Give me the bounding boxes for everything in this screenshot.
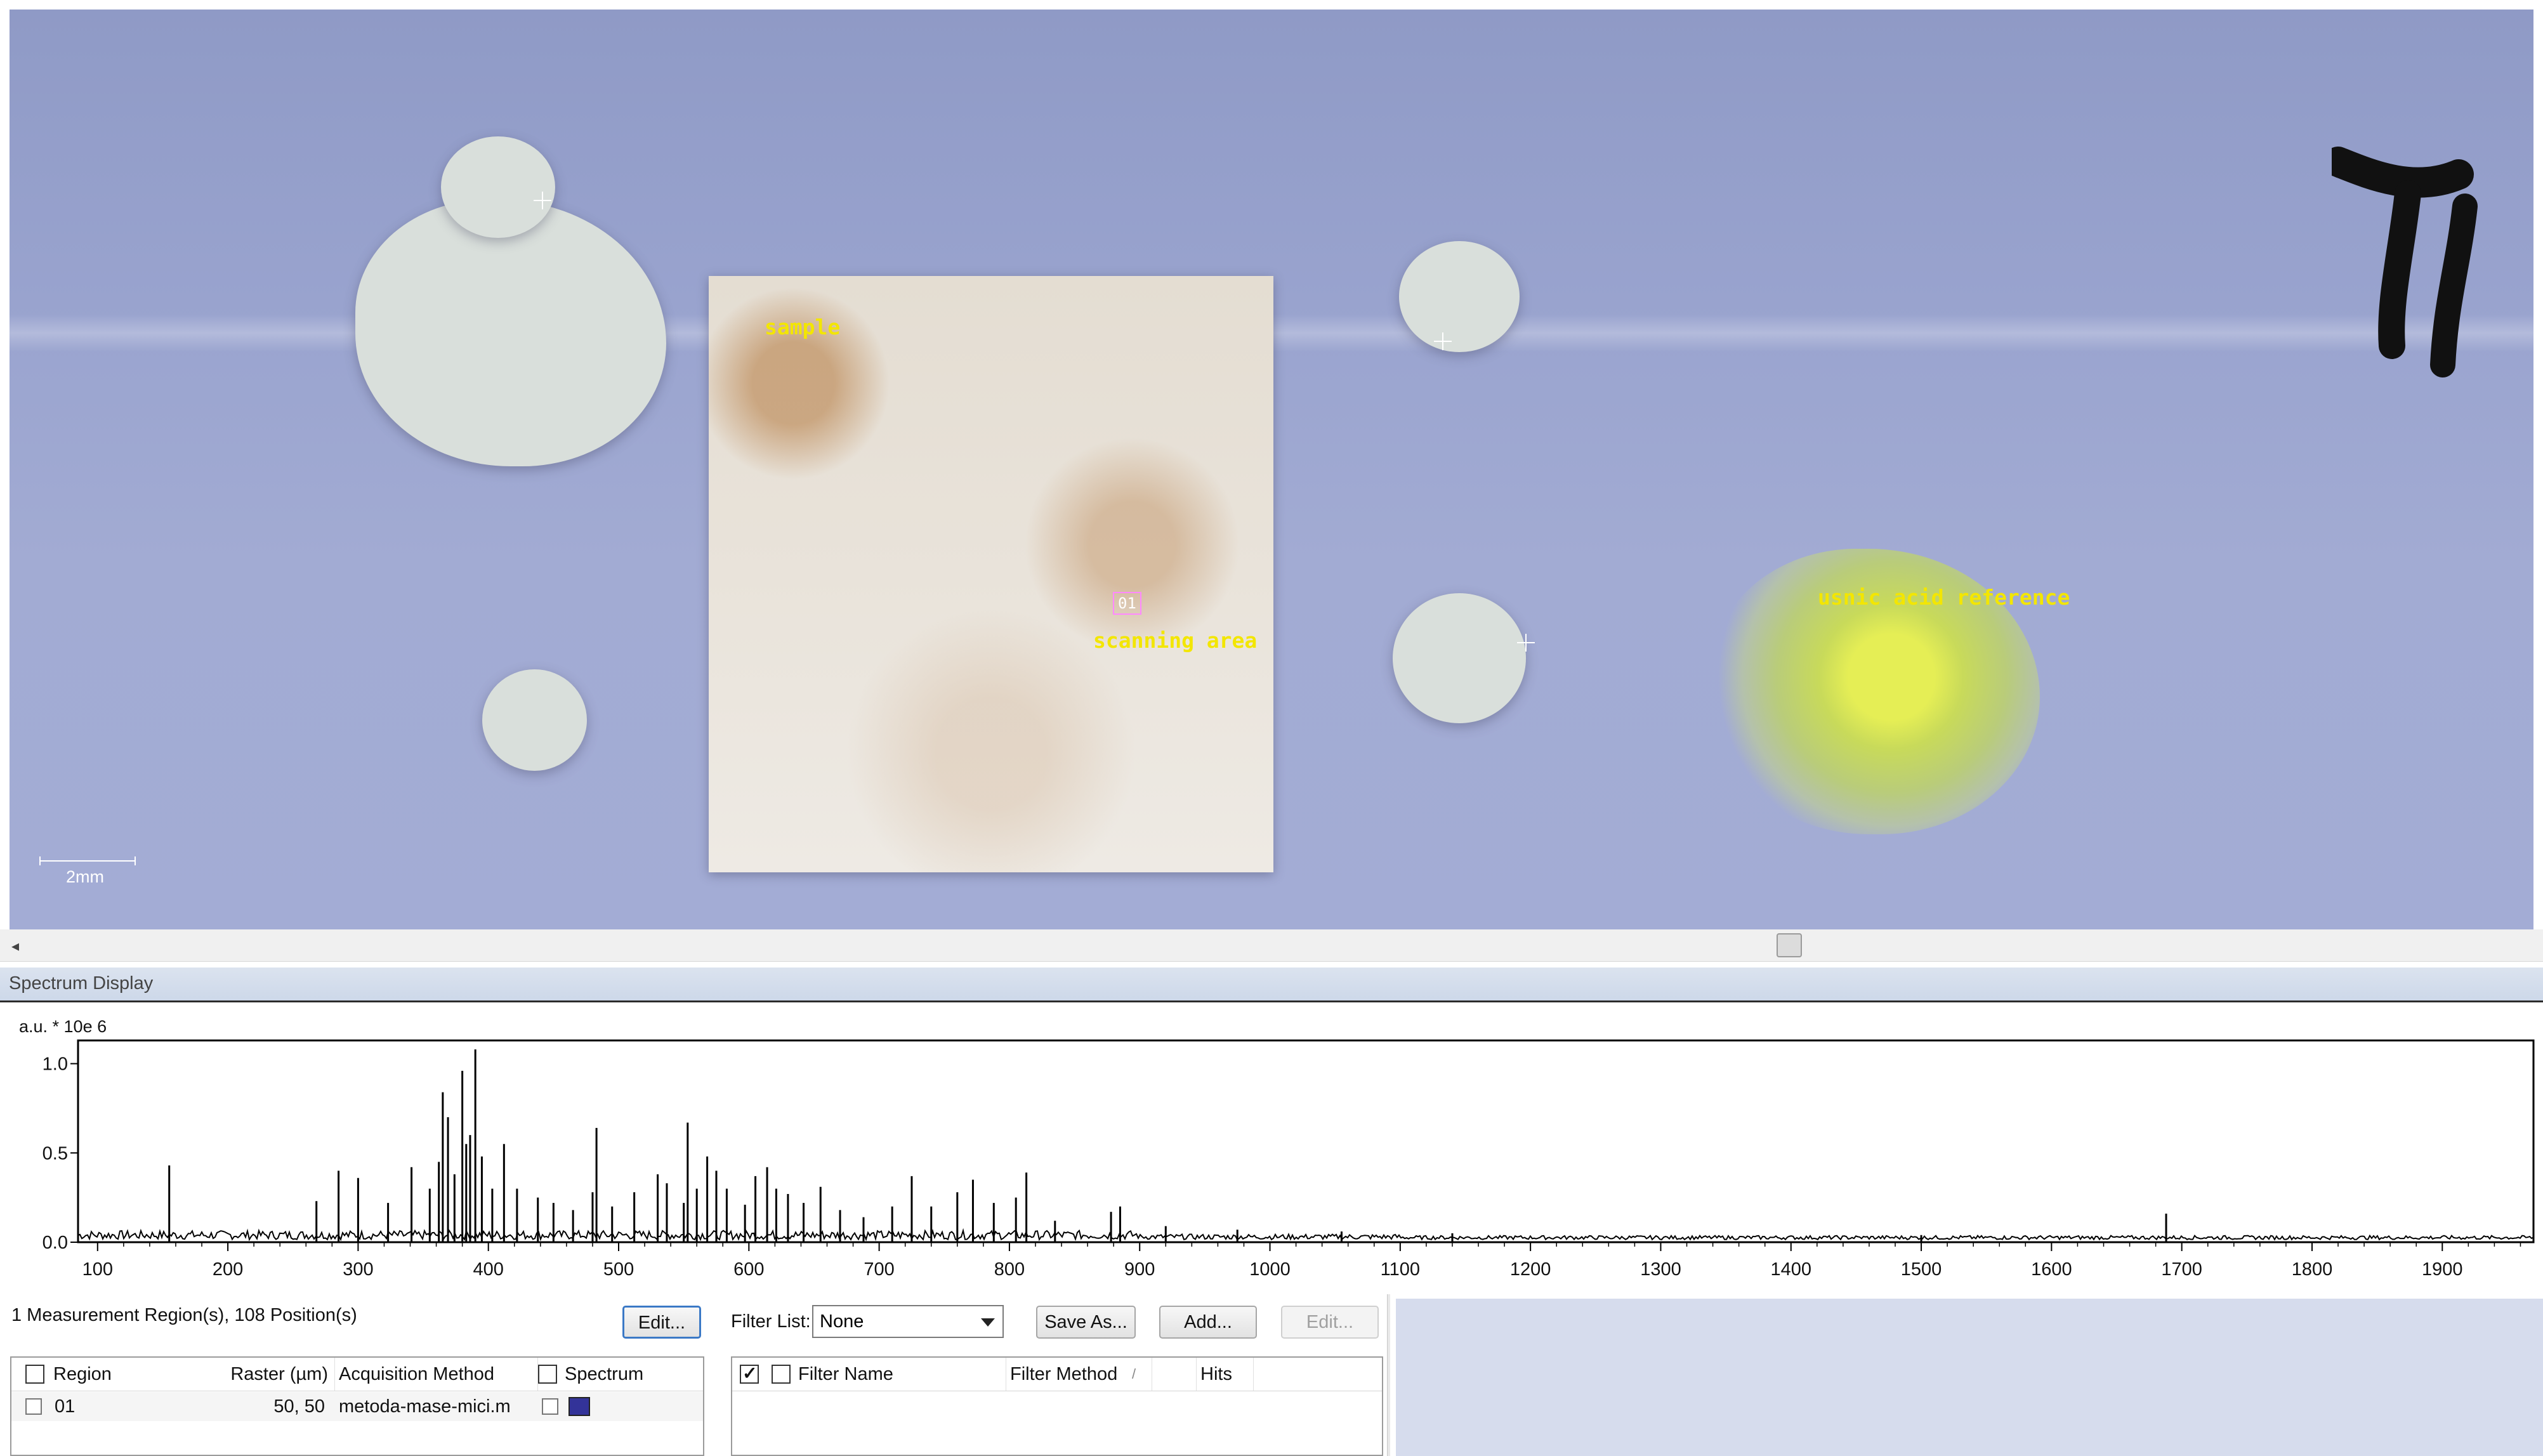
x-tick-label: 1900 bbox=[2422, 1259, 2463, 1280]
raster-cell: 50, 50 bbox=[273, 1396, 325, 1417]
spectrum-row-checkbox[interactable] bbox=[542, 1398, 558, 1415]
save-as-button[interactable]: Save As... bbox=[1036, 1306, 1136, 1339]
region-row-checkbox[interactable] bbox=[25, 1398, 42, 1415]
y-tick-label: 0.0 bbox=[43, 1233, 68, 1253]
spectrum-display-header: Spectrum Display bbox=[0, 967, 2543, 1002]
x-tick-label: 100 bbox=[82, 1259, 113, 1280]
calibrant-spot-top bbox=[441, 136, 555, 238]
edit-regions-button[interactable]: Edit... bbox=[622, 1306, 701, 1339]
measurement-summary: 1 Measurement Region(s), 108 Position(s) bbox=[11, 1305, 357, 1325]
filters-table-header: Filter Name Filter Method / Hits bbox=[732, 1358, 1382, 1391]
scale-bar bbox=[39, 856, 136, 865]
teach-point-crosshair-1[interactable] bbox=[534, 192, 551, 209]
x-tick-label: 1600 bbox=[2031, 1259, 2072, 1280]
filters-table[interactable]: Filter Name Filter Method / Hits bbox=[731, 1356, 1383, 1456]
calibrant-spot-lower-right bbox=[1393, 593, 1526, 723]
details-pane bbox=[1396, 1299, 2543, 1456]
table-row[interactable]: 01 50, 50 metoda-mase-mici.m bbox=[11, 1392, 703, 1421]
column-hits[interactable]: Hits bbox=[1197, 1358, 1254, 1391]
column-region[interactable]: Region bbox=[49, 1358, 208, 1391]
x-tick-label: 1000 bbox=[1249, 1259, 1291, 1280]
scrollbar-thumb[interactable] bbox=[1777, 933, 1802, 957]
select-all-filters-checkbox[interactable] bbox=[772, 1365, 791, 1384]
column-raster[interactable]: Raster (µm) bbox=[208, 1358, 335, 1391]
sample-label: sample bbox=[765, 315, 841, 339]
reference-label: usnic acid reference bbox=[1818, 585, 2070, 610]
sample-photo[interactable] bbox=[10, 10, 2533, 929]
x-tick-label: 500 bbox=[603, 1259, 634, 1280]
spectrum-color-swatch[interactable] bbox=[568, 1397, 590, 1416]
x-tick-label: 1100 bbox=[1381, 1259, 1420, 1280]
acquisition-method-cell: metoda-mase-mici.m bbox=[339, 1396, 511, 1417]
x-tick-label: 1500 bbox=[1901, 1259, 1942, 1280]
x-tick-label: 900 bbox=[1124, 1259, 1155, 1280]
filter-method-label: Filter Method bbox=[1010, 1364, 1118, 1384]
x-tick-label: 200 bbox=[213, 1259, 243, 1280]
column-filter-empty bbox=[1152, 1358, 1197, 1391]
spectrum-display-title: Spectrum Display bbox=[9, 973, 154, 994]
calibrant-spot-large bbox=[355, 200, 666, 466]
x-tick-label: 400 bbox=[473, 1259, 504, 1280]
teach-point-crosshair-2[interactable] bbox=[1434, 332, 1452, 350]
regions-table[interactable]: Region Raster (µm) Acquisition Method Sp… bbox=[10, 1356, 704, 1456]
x-tick-label: 300 bbox=[343, 1259, 373, 1280]
add-filter-button[interactable]: Add... bbox=[1159, 1306, 1257, 1339]
pen-mark bbox=[2332, 147, 2478, 377]
teach-point-crosshair-3[interactable] bbox=[1517, 634, 1535, 652]
y-tick-label: 0.5 bbox=[43, 1143, 68, 1164]
x-tick-label: 1800 bbox=[2292, 1259, 2333, 1280]
sample-sheet bbox=[709, 276, 1273, 872]
spectrum-chart[interactable]: 100 200 300 400 500 600 700 800 900 1000 1100 1200 1… bbox=[0, 1034, 2543, 1288]
edit-filter-button[interactable]: Edit... bbox=[1281, 1306, 1379, 1339]
scale-bar-label: 2mm bbox=[66, 867, 104, 886]
sort-indicator-icon: / bbox=[1132, 1366, 1136, 1382]
column-filter-name[interactable]: Filter Name bbox=[794, 1358, 1006, 1391]
region-name-cell: 01 bbox=[55, 1396, 76, 1417]
scroll-left-arrow-icon[interactable]: ◂ bbox=[11, 937, 19, 955]
column-filter-method[interactable]: Filter Method / bbox=[1006, 1358, 1152, 1391]
chevron-down-icon bbox=[981, 1318, 995, 1327]
filter-list-selected: None bbox=[820, 1311, 864, 1332]
filter-list-label: Filter List: bbox=[731, 1311, 811, 1332]
sample-image-viewer[interactable]: sample 01 scanning area usnic acid refer… bbox=[0, 0, 2543, 939]
column-spectrum[interactable]: Spectrum bbox=[561, 1358, 700, 1391]
column-acquisition-method[interactable]: Acquisition Method bbox=[335, 1358, 538, 1391]
calibrant-spot-upper-right bbox=[1399, 241, 1520, 352]
plot-area bbox=[77, 1039, 2535, 1243]
y-tick-label: 1.0 bbox=[43, 1054, 68, 1075]
select-all-spectrum-checkbox[interactable] bbox=[538, 1365, 557, 1384]
panel-splitter[interactable] bbox=[1387, 1294, 1390, 1456]
x-tick-label: 1300 bbox=[1640, 1259, 1681, 1280]
filter-list-dropdown[interactable]: None bbox=[812, 1305, 1004, 1338]
x-tick-label: 1700 bbox=[2161, 1259, 2202, 1280]
scanning-area-label: scanning area bbox=[1093, 628, 1258, 653]
x-tick-label: 1400 bbox=[1771, 1259, 1812, 1280]
x-tick-label: 600 bbox=[733, 1259, 764, 1280]
select-all-regions-checkbox[interactable] bbox=[25, 1365, 44, 1384]
filters-enabled-checkbox[interactable] bbox=[740, 1363, 759, 1384]
x-tick-label: 1200 bbox=[1510, 1259, 1551, 1280]
calibrant-spot-small bbox=[482, 669, 587, 771]
x-tick-label: 700 bbox=[864, 1259, 894, 1280]
region-marker-01[interactable]: 01 bbox=[1113, 592, 1141, 615]
x-tick-label: 800 bbox=[994, 1259, 1025, 1280]
regions-table-header: Region Raster (µm) Acquisition Method Sp… bbox=[11, 1358, 703, 1391]
horizontal-scrollbar[interactable]: ◂ bbox=[0, 929, 2543, 962]
